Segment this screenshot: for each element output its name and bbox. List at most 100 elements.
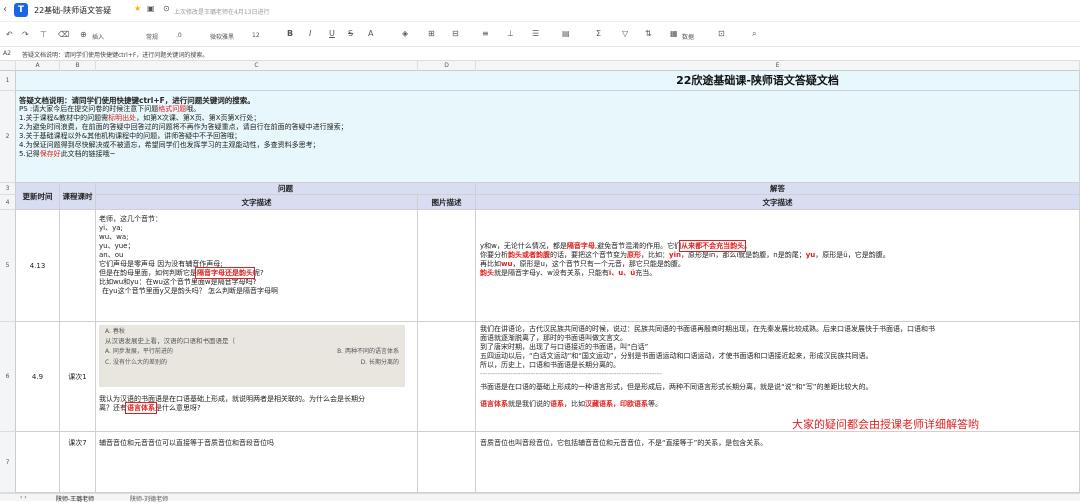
save-status: 上次修改是王璐老师在4月13日进行	[174, 9, 270, 16]
insert-icon[interactable]: ⊕	[80, 30, 87, 39]
column-header-b[interactable]: B	[60, 61, 96, 71]
sheet-tab-bar: ‹ › 陕师-王璐老师 陕师-刘德老师	[0, 493, 1080, 503]
row-header-4[interactable]: 4	[0, 195, 16, 210]
header-text-desc[interactable]: 文字描述	[96, 195, 418, 210]
sheet-nav-icon[interactable]: ‹ ›	[20, 494, 27, 501]
filter-icon[interactable]: ▽	[622, 29, 628, 38]
row6-lesson[interactable]: 课次1	[60, 322, 96, 432]
row5-image[interactable]	[418, 210, 476, 322]
row6-answer[interactable]: 我们在讲语论，古代汉民族共同语的时候，说过：民族共同语的书面语再殷商时期出现，在…	[476, 322, 1080, 432]
overlay-caption: 大家的疑问都会由授课老师详细解答哟	[792, 418, 979, 431]
folder-icon[interactable]: ▣	[147, 4, 155, 13]
font-color-icon[interactable]: A	[368, 29, 373, 38]
row5-answer[interactable]: y和w，无论什么情况，都是隔音字母,避免音节混淆的作用。它们从来都不会充当韵头。…	[476, 210, 1080, 322]
toolbar: ↶ ↷ ⊤ ⌫ ⊕ 插入 常规 .0 微软雅黑 12 B I U S A ◈ ⊞…	[0, 23, 1080, 47]
row-header-5[interactable]: 5	[0, 210, 16, 322]
cell-reference[interactable]: A2	[3, 50, 11, 57]
row7-date[interactable]	[16, 432, 60, 493]
data-menu-button[interactable]: 数据	[682, 32, 694, 41]
strikethrough-icon[interactable]: S	[348, 29, 353, 38]
formula-input[interactable]: 答疑文档说明：请同学们使用快捷键ctrl+F，进行问题关键词的搜索。	[22, 50, 208, 59]
column-header-d[interactable]: D	[418, 61, 476, 71]
intro-line-2: 2.为避免时间浪费，在前面的答疑中回答过的问题将不再作为答疑重点，请自行在前面的…	[19, 123, 348, 131]
header-question[interactable]: 问题	[96, 183, 476, 195]
a-line: 我们在讲语论，古代汉民族共同语的时候，说过：民族共同语的书面语再殷商时期出现，在…	[480, 325, 935, 333]
column-header-a[interactable]: A	[16, 61, 60, 71]
photo-text: B. 两种不同的语言体系	[337, 348, 399, 355]
format-painter-icon[interactable]: ⊤	[40, 30, 47, 39]
data-icon[interactable]: ▦	[670, 29, 678, 38]
row7-question[interactable]: 辅音音位和元音音位可以直接等于音质音位和音段音位吗	[96, 432, 418, 493]
row-header-2[interactable]: 2	[0, 91, 16, 183]
row6-question[interactable]: A. 春秋 从汉语发展史上看，汉语的口语和书面语是（ A. 同步发展，平行前进的…	[96, 322, 418, 432]
separator-line: ----------------------------------------…	[480, 370, 662, 378]
italic-icon[interactable]: I	[309, 29, 311, 38]
redo-icon[interactable]: ↷	[22, 30, 29, 39]
cloud-saved-icon: ⊙	[163, 4, 170, 13]
insert-button[interactable]: 插入	[92, 32, 104, 41]
sheet-tab-active[interactable]: 陕师-王璐老师	[56, 494, 94, 503]
sort-icon[interactable]: ⇅	[645, 29, 652, 38]
q-line: 比如wu和yu：在wu这个音节里面w是隔音字母吗?	[99, 278, 257, 286]
select-all-corner[interactable]	[0, 61, 16, 71]
lock-icon[interactable]: ⊡	[718, 29, 725, 38]
row-header-6[interactable]: 6	[0, 322, 16, 432]
underline-icon[interactable]: U	[329, 29, 335, 38]
header-update-time[interactable]: 更新时间	[16, 183, 60, 210]
photo-text: C. 没有什么大的差别的	[105, 359, 168, 366]
sum-icon[interactable]: Σ	[596, 29, 601, 38]
decimal-button[interactable]: .0	[176, 32, 182, 39]
wrap-text-icon[interactable]: ☰	[532, 29, 539, 38]
font-size-dropdown[interactable]: 12	[252, 32, 260, 39]
question-photo: A. 春秋 从汉语发展史上看，汉语的口语和书面语是（ A. 同步发展，平行前进的…	[99, 325, 405, 387]
intro-cell[interactable]: 答疑文档说明：请同学们使用快捷键ctrl+F，进行问题关键词的搜索。 PS :请…	[16, 91, 1080, 183]
borders-icon[interactable]: ⊞	[428, 29, 435, 38]
eraser-icon[interactable]: ⌫	[58, 30, 69, 39]
q-line: 在yu这个音节里面y又是韵头吗？ 怎么判断是隔音字母啊	[102, 287, 278, 295]
row-header-3[interactable]: 3	[0, 183, 16, 195]
intro-heading: 答疑文档说明：请同学们使用快捷键ctrl+F，进行问题关键词的搜索。	[19, 96, 255, 105]
column-header-c[interactable]: C	[96, 61, 418, 71]
row7-image[interactable]	[418, 432, 476, 493]
header-answer[interactable]: 解答	[476, 183, 1080, 195]
fill-color-icon[interactable]: ◈	[402, 29, 408, 38]
header-image-desc[interactable]: 图片描述	[418, 195, 476, 210]
spreadsheet-grid: A B C D E 1 2 3 4 5 6 7 22欣途基础课-陕师语文答疑文档…	[0, 61, 1080, 493]
photo-text: A. 同步发展，平行前进的	[105, 348, 173, 355]
row5-date[interactable]: 4.13	[16, 210, 60, 322]
q-line: yu、yue；	[99, 242, 135, 250]
a-line: 再比如wu，原形是u，这个音节只有一个元音，那它只能是韵腹。	[480, 260, 685, 268]
search-icon[interactable]: ⌕	[752, 29, 756, 39]
number-format-dropdown[interactable]: 常规	[146, 32, 158, 41]
bold-icon[interactable]: B	[287, 29, 293, 38]
undo-icon[interactable]: ↶	[6, 30, 13, 39]
row-header-1[interactable]: 1	[0, 71, 16, 91]
back-icon[interactable]: ‹	[3, 4, 7, 15]
main-title[interactable]: 22欣途基础课-陕师语文答疑文档	[16, 71, 1080, 91]
a-line: 到了唐宋时期，出现了与口语接近的书面语，叫“白话”	[480, 343, 649, 351]
q-line: an、ou	[99, 251, 124, 259]
title-bar: ‹ T 22基础-陕师语文答疑 ★ ▣ ⊙ 上次修改是王璐老师在4月13日进行	[0, 0, 1080, 22]
row6-image[interactable]	[418, 322, 476, 432]
a-line: 面语就逐渐脱离了，那时的书面语叫做文言文。	[480, 334, 627, 342]
row7-answer[interactable]: 音质音位也叫音段音位，它包括辅音音位和元音音位，不是“直接等于”的关系，是包含关…	[476, 432, 1080, 493]
header-answer-text[interactable]: 文字描述	[476, 195, 1080, 210]
row7-lesson[interactable]: 课次7	[60, 432, 96, 493]
merge-cells-icon[interactable]: ⊟	[452, 29, 459, 38]
star-icon[interactable]: ★	[134, 4, 141, 13]
a-line: 你要分析韵头或者韵腹的话，要把这个音节变为原形，比如：yin，原形是in，那么i…	[480, 251, 890, 259]
row6-date[interactable]: 4.9	[16, 322, 60, 432]
doc-title[interactable]: 22基础-陕师语文答疑	[34, 5, 111, 16]
row5-question[interactable]: 老师，这几个音节： yi、ya; wu、wa; yu、yue； an、ou 它们…	[96, 210, 418, 322]
q-line: wu、wa;	[99, 233, 129, 241]
row5-lesson[interactable]	[60, 210, 96, 322]
sheet-tab[interactable]: 陕师-刘德老师	[130, 494, 168, 503]
font-family-dropdown[interactable]: 微软雅黑	[210, 32, 234, 41]
header-lesson[interactable]: 课程课时	[60, 183, 96, 210]
chart-icon[interactable]: ▤	[562, 29, 570, 38]
row-header-7[interactable]: 7	[0, 432, 16, 493]
align-icon[interactable]: ≡	[482, 29, 489, 38]
vertical-align-icon[interactable]: ⊥	[507, 29, 514, 38]
column-header-e[interactable]: E	[476, 61, 1080, 71]
a-line: 五四运动以后，“白话文运动”和“国文运动”，分别是书面语运动和口语运动，才使书面…	[480, 352, 873, 360]
